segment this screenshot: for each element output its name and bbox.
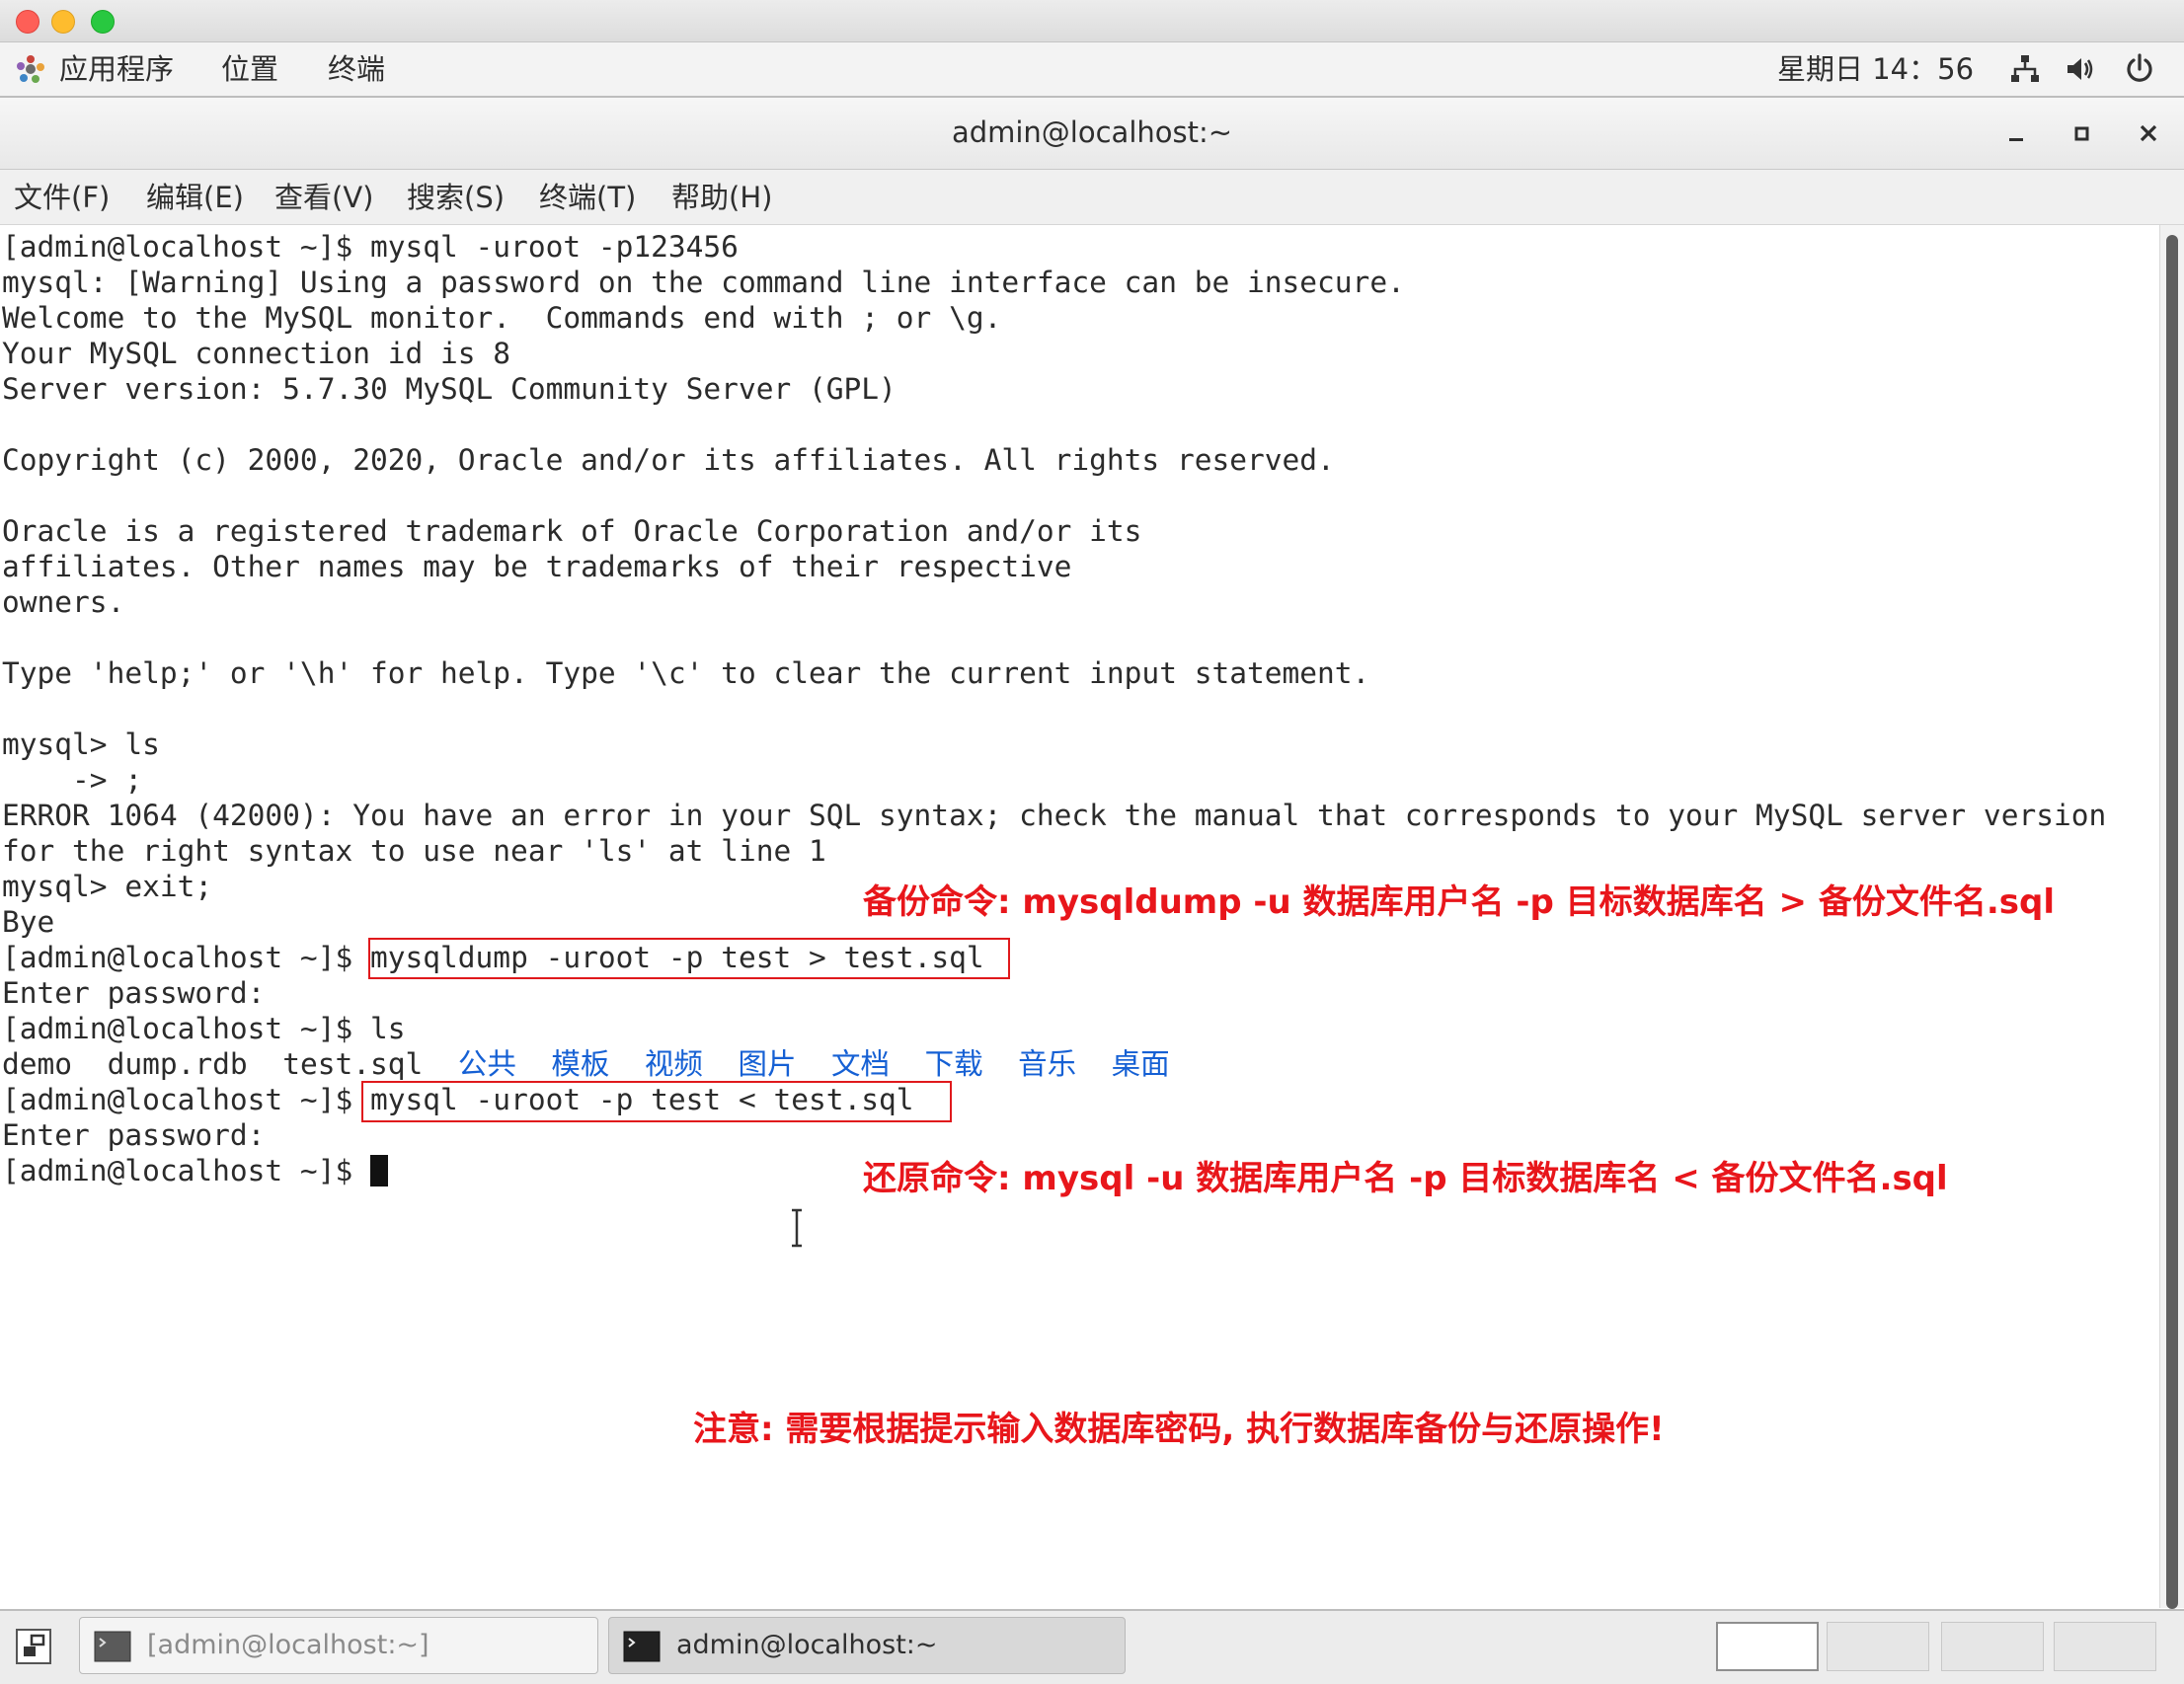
ls-dir: 模板 [551,1047,610,1081]
workspace-4[interactable] [2054,1622,2156,1671]
mac-close-button[interactable] [16,10,39,34]
ls-file: test.sql [282,1047,424,1081]
panel-menu-places[interactable]: 位置 [221,51,278,87]
ls-dir: 桌面 [1111,1047,1170,1081]
workspace-3[interactable] [1941,1622,2044,1671]
taskbar-task-inactive[interactable]: [admin@localhost:~] [79,1617,598,1674]
shell-prompt: [admin@localhost ~]$ [2,1012,370,1045]
terminal-scrollbar[interactable] [2159,225,2184,1609]
ls-output: demo dump.rdb test.sql 公共 模板 视频 图片 文档 下载… [2,1046,1170,1082]
ls-file: demo [2,1047,73,1081]
ls-file: dump.rdb [107,1047,248,1081]
panel-menu-terminal[interactable]: 终端 [328,51,385,87]
ls-dir: 音乐 [1018,1047,1077,1081]
terminal-line: affiliates. Other names may be trademark… [2,550,1072,583]
terminal-line: Oracle is a registered trademark of Orac… [2,514,1142,548]
terminal-line: Your MySQL connection id is 8 [2,337,511,370]
power-icon[interactable] [2123,52,2156,86]
terminal-line: ERROR 1064 (42000): You have an error in… [2,799,2107,832]
dump-command-highlight [368,938,1010,979]
terminal-line: Enter password: [2,1118,266,1152]
menu-file[interactable]: 文件(F) [14,180,110,215]
gnome-top-panel: 应用程序 位置 终端 星期日 14：56 [0,42,2184,98]
menu-terminal[interactable]: 终端(T) [539,180,636,215]
ls-command: ls [369,1012,406,1045]
terminal-app-icon [94,1631,131,1662]
volume-icon[interactable] [2064,52,2097,86]
ls-dir: 视频 [644,1047,703,1081]
minimize-icon[interactable] [1998,115,2034,151]
terminal-line: Copyright (c) 2000, 2020, Oracle and/or … [2,443,1335,477]
ls-dir: 公共 [457,1047,516,1081]
ls-dir: 文档 [831,1047,891,1081]
menu-help[interactable]: 帮助(H) [671,180,772,215]
close-icon[interactable] [2131,115,2166,151]
workspace-2[interactable] [1827,1622,1929,1671]
terminal-line: Welcome to the MySQL monitor. Commands e… [2,301,1002,335]
window-title: admin@localhost:~ [951,115,1233,149]
terminal-line: Type 'help;' or '\h' for help. Type '\c'… [2,656,1370,690]
mac-window-bar [0,0,2184,42]
panel-menu-applications[interactable]: 应用程序 [59,51,174,87]
ls-dir: 图片 [738,1047,797,1081]
task-label: admin@localhost:~ [676,1630,938,1660]
terminal-output[interactable]: [admin@localhost ~]$ mysql -uroot -p1234… [0,225,2158,1608]
terminal-app-icon [623,1631,661,1662]
terminal-line: Bye [2,905,55,939]
terminal-current-line[interactable]: [admin@localhost ~]$ [2,1153,388,1188]
menu-search[interactable]: 搜索(S) [407,180,505,215]
terminal-line: owners. [2,585,125,619]
backup-annotation: 备份命令: mysqldump -u 数据库用户名 -p 目标数据库名 > 备份… [863,882,2055,922]
panel-clock[interactable]: 星期日 14：56 [1777,51,1974,87]
terminal-line: for the right syntax to use near 'ls' at… [2,834,826,868]
workspace-1[interactable] [1716,1622,1819,1671]
terminal-line: [admin@localhost ~]$ mysql -uroot -p1234… [2,230,739,264]
taskbar-task-active[interactable]: admin@localhost:~ [608,1617,1126,1674]
mac-minimize-button[interactable] [51,10,75,34]
shell-prompt: [admin@localhost ~]$ [2,1154,370,1187]
terminal-line: Server version: 5.7.30 MySQL Community S… [2,372,897,406]
bottom-taskbar: [admin@localhost:~] admin@localhost:~ [0,1609,2184,1684]
terminal-line: -> ; [2,763,143,797]
terminal-line: mysql: [Warning] Using a password on the… [2,266,1405,299]
shell-prompt: [admin@localhost ~]$ [2,941,370,974]
ibeam-cursor-icon [792,1208,802,1248]
restore-annotation: 还原命令: mysql -u 数据库用户名 -p 目标数据库名 < 备份文件名.… [863,1159,1948,1198]
menu-view[interactable]: 查看(V) [274,180,373,215]
shell-prompt: [admin@localhost ~]$ [2,1083,370,1116]
terminal-line: Enter password: [2,976,266,1010]
text-cursor [369,1155,388,1186]
menu-edit[interactable]: 编辑(E) [146,180,244,215]
network-icon[interactable] [2008,52,2042,86]
terminal-line: mysql> ls [2,727,160,761]
mac-zoom-button[interactable] [91,10,115,34]
terminal-line-ls: [admin@localhost ~]$ ls [2,1011,406,1046]
terminal-menubar: 文件(F) 编辑(E) 查看(V) 搜索(S) 终端(T) 帮助(H) [0,170,2184,225]
show-desktop-icon[interactable] [14,1627,53,1666]
note-annotation: 注意: 需要根据提示输入数据库密码, 执行数据库备份与还原操作! [693,1410,1665,1449]
restore-command-highlight [361,1081,952,1122]
scrollbar-thumb[interactable] [2166,235,2178,1609]
terminal-line: mysql> exit; [2,870,213,903]
maximize-icon[interactable] [2064,115,2099,151]
applications-icon[interactable] [16,54,45,84]
window-titlebar[interactable]: admin@localhost:~ [0,98,2184,170]
ls-dir: 下载 [924,1047,983,1081]
task-label: [admin@localhost:~] [147,1630,429,1660]
